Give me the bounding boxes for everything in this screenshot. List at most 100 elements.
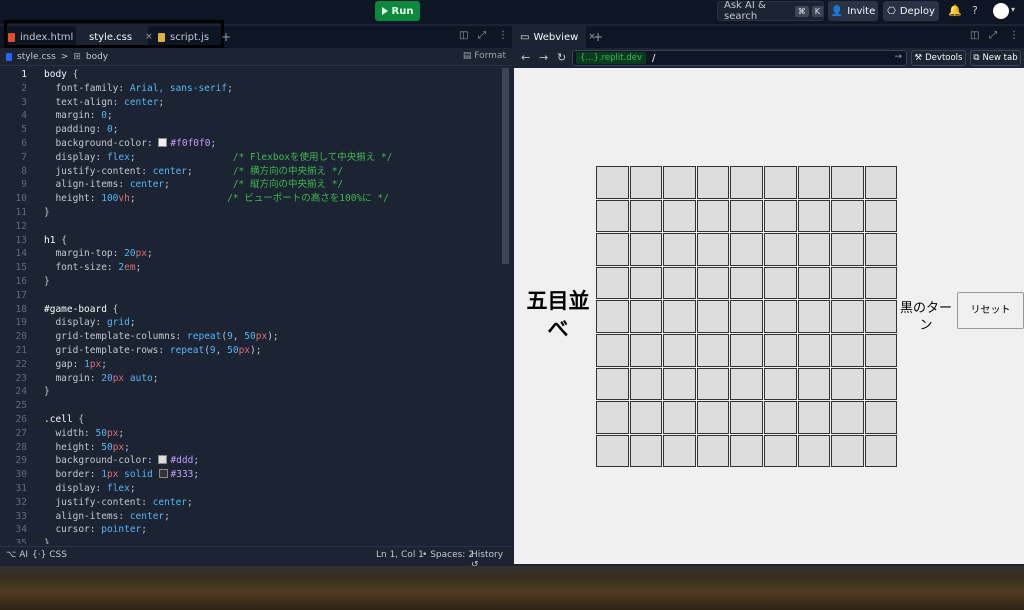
code-line[interactable]: 5 padding: 0;: [0, 123, 500, 137]
code-line[interactable]: 35}: [0, 537, 500, 544]
board-cell[interactable]: [797, 266, 831, 300]
board-cell[interactable]: [596, 333, 629, 367]
ai-search-button[interactable]: Ask AI & search ⌘ K: [717, 0, 824, 22]
board-cell[interactable]: [831, 333, 864, 367]
notifications-bell-icon[interactable]: 🔔: [948, 4, 962, 17]
board-cell[interactable]: [696, 166, 730, 199]
back-arrow-icon[interactable]: ←: [521, 51, 530, 64]
code-line[interactable]: 8 justify-content: center; /* 横方向の中央揃え *…: [0, 165, 500, 179]
code-line[interactable]: 31 display: flex;: [0, 482, 500, 496]
split-pane-icon[interactable]: ◫: [459, 30, 468, 41]
board-cell[interactable]: [730, 333, 763, 367]
code-line[interactable]: 29 background-color: #ddd;: [0, 454, 500, 468]
board-cell[interactable]: [696, 300, 730, 333]
board-cell[interactable]: [663, 434, 696, 468]
board-cell[interactable]: [663, 199, 696, 233]
add-tab-icon[interactable]: +: [593, 30, 603, 44]
board-cell[interactable]: [763, 367, 797, 401]
go-arrow-icon[interactable]: →: [894, 52, 902, 62]
code-line[interactable]: 34 cursor: pointer;: [0, 523, 500, 537]
tab-webview[interactable]: ▭ Webview ×: [514, 26, 596, 48]
board-cell[interactable]: [763, 199, 797, 233]
code-line[interactable]: 11}: [0, 206, 500, 220]
code-line[interactable]: 1 body {: [0, 68, 500, 82]
add-tab-icon[interactable]: +: [221, 30, 231, 44]
code-editor[interactable]: 1 body {2 font-family: Arial, sans-serif;…: [0, 68, 500, 544]
code-line[interactable]: 14 margin-top: 20px;: [0, 247, 500, 261]
board-cell[interactable]: [864, 401, 898, 434]
board-cell[interactable]: [797, 300, 831, 333]
board-cell[interactable]: [831, 434, 864, 468]
board-cell[interactable]: [797, 233, 831, 266]
code-line[interactable]: 19 display: grid;: [0, 316, 500, 330]
code-line[interactable]: 10 height: 100vh; /* ビューポートの高さを100%に */: [0, 192, 500, 206]
board-cell[interactable]: [663, 233, 696, 266]
board-cell[interactable]: [864, 300, 898, 333]
board-cell[interactable]: [696, 333, 730, 367]
devtools-button[interactable]: ⚒ Devtools: [911, 50, 966, 66]
help-icon[interactable]: ?: [972, 4, 978, 17]
code-line[interactable]: 7 display: flex; /* Flexboxを使用して中央揃え */: [0, 151, 500, 165]
board-cell[interactable]: [696, 199, 730, 233]
code-line[interactable]: 15 font-size: 2em;: [0, 261, 500, 275]
url-input[interactable]: {...}.replit.dev / →: [572, 50, 907, 66]
board-cell[interactable]: [763, 333, 797, 367]
board-cell[interactable]: [864, 367, 898, 401]
board-cell[interactable]: [831, 367, 864, 401]
expand-icon[interactable]: ⤢: [989, 30, 997, 41]
board-cell[interactable]: [730, 434, 763, 468]
board-cell[interactable]: [763, 300, 797, 333]
code-line[interactable]: 9 align-items: center; /* 縦方向の中央揃え */: [0, 178, 500, 192]
board-cell[interactable]: [629, 233, 663, 266]
board-cell[interactable]: [763, 266, 797, 300]
board-cell[interactable]: [596, 266, 629, 300]
code-line[interactable]: 26 .cell {: [0, 413, 500, 427]
board-cell[interactable]: [730, 367, 763, 401]
board-cell[interactable]: [663, 367, 696, 401]
tab-index-html[interactable]: index.html: [0, 26, 74, 48]
code-line[interactable]: 28 height: 50px;: [0, 441, 500, 455]
code-line[interactable]: 3 text-align: center;: [0, 96, 500, 110]
format-button[interactable]: ▤ Format: [463, 51, 506, 61]
board-cell[interactable]: [696, 401, 730, 434]
code-line[interactable]: 20 grid-template-columns: repeat(9, 50px…: [0, 330, 500, 344]
code-line[interactable]: 2 font-family: Arial, sans-serif;: [0, 82, 500, 96]
reset-button[interactable]: リセット: [957, 292, 1024, 329]
board-cell[interactable]: [663, 333, 696, 367]
board-cell[interactable]: [864, 266, 898, 300]
board-cell[interactable]: [831, 300, 864, 333]
code-line[interactable]: 13 h1 {: [0, 234, 500, 248]
ai-status[interactable]: ⌥ AI: [6, 550, 28, 560]
code-line[interactable]: 32 justify-content: center;: [0, 496, 500, 510]
breadcrumb-node[interactable]: body: [86, 52, 108, 62]
board-cell[interactable]: [763, 434, 797, 468]
code-line[interactable]: 12: [0, 220, 500, 234]
board-cell[interactable]: [730, 166, 763, 199]
code-line[interactable]: 24}: [0, 385, 500, 399]
invite-button[interactable]: 👤 Invite: [828, 1, 878, 21]
board-cell[interactable]: [730, 401, 763, 434]
cursor-position[interactable]: Ln 1, Col 1: [376, 550, 424, 560]
indent-status[interactable]: • Spaces: 2: [422, 550, 474, 560]
forward-arrow-icon[interactable]: →: [539, 51, 548, 64]
board-cell[interactable]: [629, 266, 663, 300]
board-cell[interactable]: [763, 166, 797, 199]
board-cell[interactable]: [831, 166, 864, 199]
code-line[interactable]: 22 gap: 1px;: [0, 358, 500, 372]
new-tab-button[interactable]: ⧉ New tab: [970, 50, 1021, 66]
board-cell[interactable]: [596, 401, 629, 434]
chevron-down-icon[interactable]: ▾: [1011, 5, 1015, 14]
tab-style-css[interactable]: style.css ×: [76, 26, 153, 48]
board-cell[interactable]: [864, 233, 898, 266]
tab-script-js[interactable]: script.js: [150, 26, 218, 48]
board-cell[interactable]: [831, 199, 864, 233]
board-cell[interactable]: [596, 367, 629, 401]
code-line[interactable]: 33 align-items: center;: [0, 510, 500, 524]
board-cell[interactable]: [797, 199, 831, 233]
board-cell[interactable]: [797, 401, 831, 434]
board-cell[interactable]: [629, 333, 663, 367]
user-avatar[interactable]: [993, 3, 1009, 19]
board-cell[interactable]: [831, 401, 864, 434]
board-cell[interactable]: [696, 266, 730, 300]
board-cell[interactable]: [831, 266, 864, 300]
